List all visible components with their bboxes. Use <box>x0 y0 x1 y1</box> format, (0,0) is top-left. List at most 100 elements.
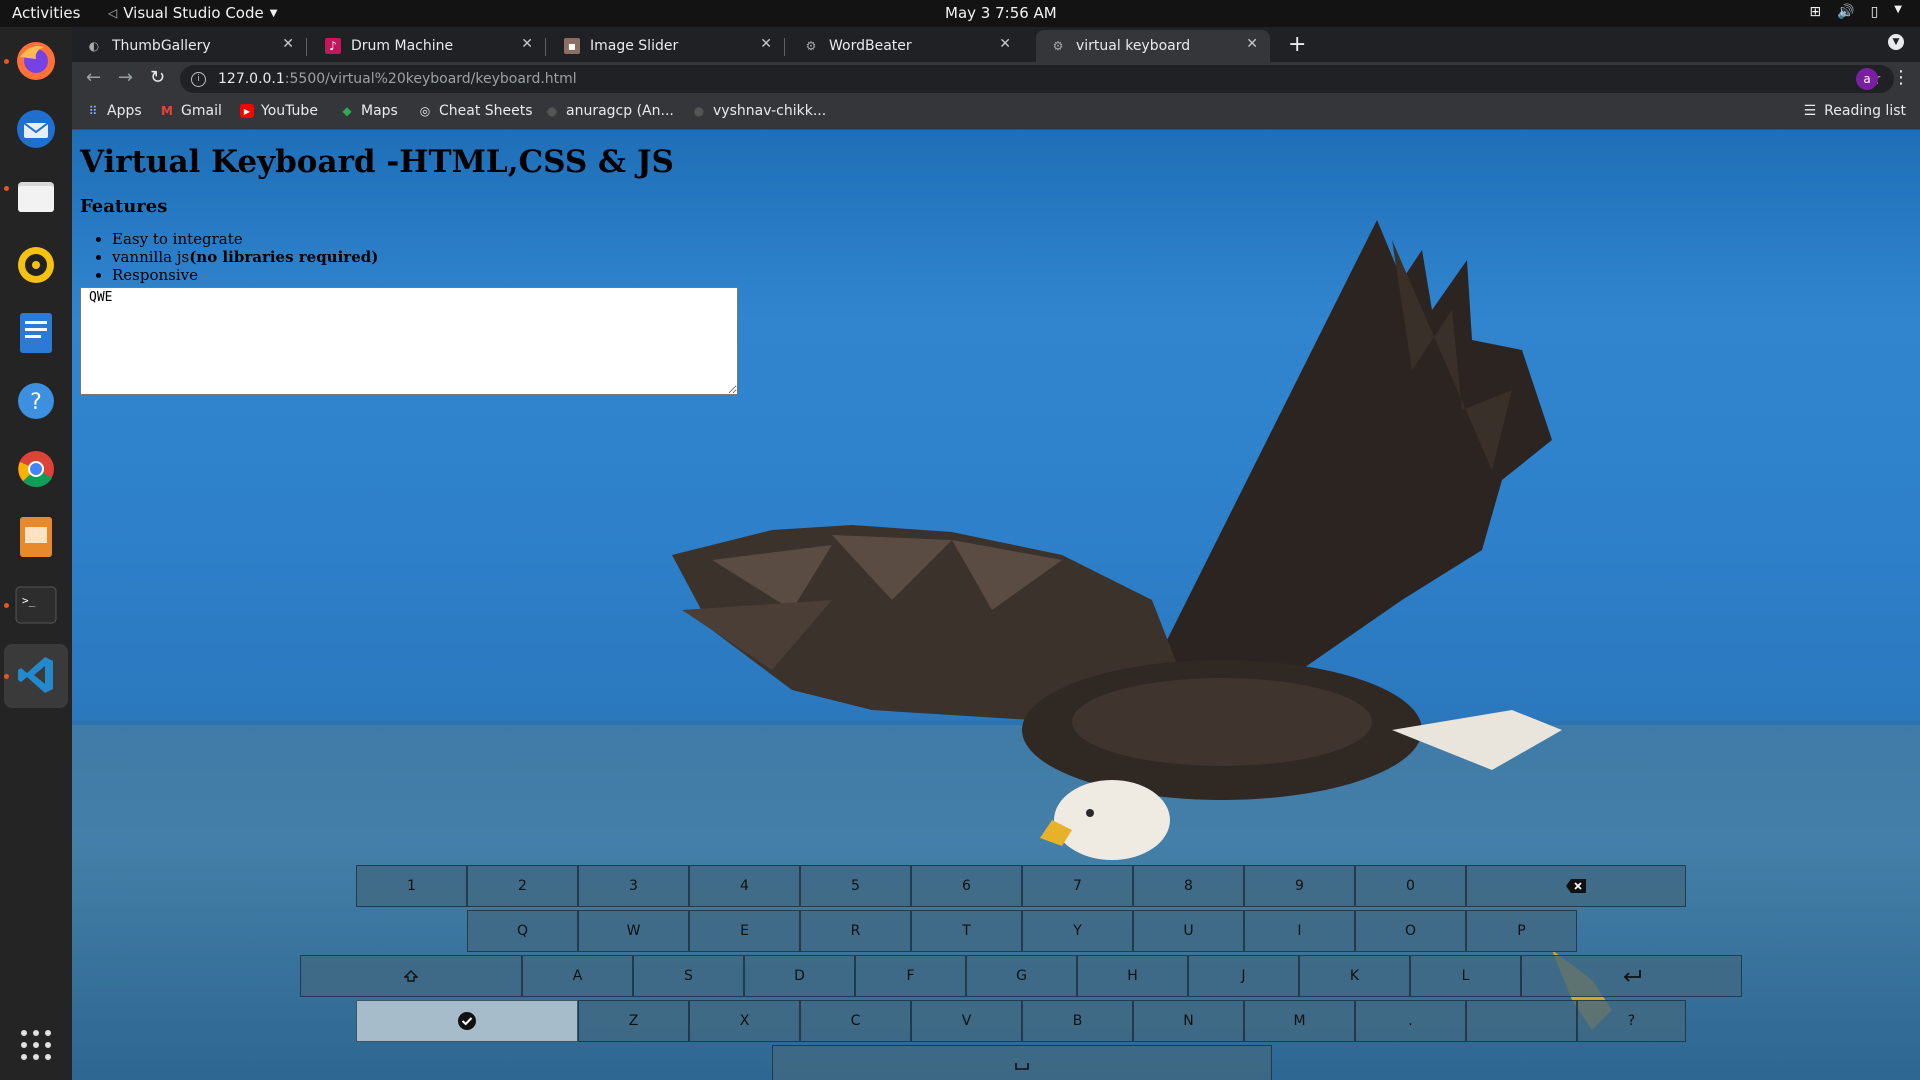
key-y[interactable]: Y <box>1022 910 1133 952</box>
key-q[interactable]: Q <box>467 910 578 952</box>
key-b[interactable]: B <box>1022 1000 1133 1042</box>
impress-icon[interactable] <box>12 513 60 561</box>
globe-favicon-icon: ⚙ <box>805 39 817 53</box>
key-l[interactable]: L <box>1410 955 1521 997</box>
help-icon[interactable]: ? <box>12 377 60 425</box>
key-f[interactable]: F <box>855 955 966 997</box>
key-6[interactable]: 6 <box>911 865 1022 907</box>
tab-search-chevron-icon[interactable]: ▼ <box>1888 34 1904 50</box>
tab-thumbgallery[interactable]: ◐ ThumbGallery ✕ <box>72 30 307 62</box>
close-icon[interactable]: ✕ <box>1246 36 1258 52</box>
key-h[interactable]: H <box>1077 955 1188 997</box>
forward-arrow-icon[interactable]: → <box>118 67 133 88</box>
system-top-bar: Activities ◁ Visual Studio Code ▼ May 3 … <box>0 0 1920 27</box>
key-j[interactable]: J <box>1188 955 1299 997</box>
bookmark-label: YouTube <box>261 103 318 119</box>
bookmark-maps[interactable]: ◆ Maps <box>340 103 397 119</box>
feature-text: vannilla js <box>112 248 190 266</box>
address-bar[interactable]: i 127.0.0.1:5500/virtual%20keyboard/keyb… <box>180 65 1894 93</box>
key-period[interactable]: . <box>1355 1000 1466 1042</box>
back-arrow-icon[interactable]: ← <box>86 67 101 88</box>
tab-drum-machine[interactable]: ♪ Drum Machine ✕ <box>311 30 546 62</box>
key-blank[interactable] <box>1466 1000 1577 1042</box>
profile-avatar[interactable]: a <box>1856 68 1878 90</box>
enter-key[interactable] <box>1521 955 1742 997</box>
close-icon[interactable]: ✕ <box>282 36 294 52</box>
key-d[interactable]: D <box>744 955 855 997</box>
chrome-icon[interactable] <box>12 445 60 493</box>
tab-strip: ◐ ThumbGallery ✕ ♪ Drum Machine ✕ ▪ Imag… <box>72 27 1920 62</box>
key-1[interactable]: 1 <box>356 865 467 907</box>
keyboard-textarea[interactable]: QWE <box>80 287 738 395</box>
tab-image-slider[interactable]: ▪ Image Slider ✕ <box>550 30 785 62</box>
key-7[interactable]: 7 <box>1022 865 1133 907</box>
tab-wordbeater[interactable]: ⚙ WordBeater ✕ <box>789 30 1023 62</box>
close-icon[interactable]: ✕ <box>760 36 772 52</box>
key-3[interactable]: 3 <box>578 865 689 907</box>
reload-icon[interactable]: ↻ <box>150 67 165 88</box>
apps-grid-icon[interactable] <box>12 1021 60 1069</box>
key-5[interactable]: 5 <box>800 865 911 907</box>
new-tab-plus-icon[interactable]: + <box>1288 32 1306 57</box>
files-icon[interactable] <box>12 173 60 221</box>
key-a[interactable]: A <box>522 955 633 997</box>
key-r[interactable]: R <box>800 910 911 952</box>
key-8[interactable]: 8 <box>1133 865 1244 907</box>
done-key[interactable] <box>356 1000 578 1042</box>
key-p[interactable]: P <box>1466 910 1577 952</box>
running-indicator <box>4 603 9 608</box>
key-c[interactable]: C <box>800 1000 911 1042</box>
tab-label: Image Slider <box>590 38 679 54</box>
key-i[interactable]: I <box>1244 910 1355 952</box>
key-k[interactable]: K <box>1299 955 1410 997</box>
key-0[interactable]: 0 <box>1355 865 1466 907</box>
backspace-key[interactable] <box>1466 865 1686 907</box>
clock[interactable]: May 3 7:56 AM <box>945 4 1057 22</box>
close-icon[interactable]: ✕ <box>999 36 1011 52</box>
bookmark-apps[interactable]: ⠿ Apps <box>86 103 142 119</box>
bookmark-vyshnav[interactable]: ● vyshnav-chikk... <box>692 103 826 119</box>
youtube-icon: ▶ <box>240 104 254 118</box>
bookmark-gmail[interactable]: M Gmail <box>160 103 222 119</box>
key-u[interactable]: U <box>1133 910 1244 952</box>
thunderbird-icon[interactable] <box>12 105 60 153</box>
caps-lock-key[interactable] <box>300 955 522 997</box>
key-w[interactable]: W <box>578 910 689 952</box>
activities-button[interactable]: Activities <box>12 4 80 22</box>
close-icon[interactable]: ✕ <box>521 36 533 52</box>
key-question[interactable]: ? <box>1577 1000 1686 1042</box>
key-x[interactable]: X <box>689 1000 800 1042</box>
rhythmbox-icon[interactable] <box>12 241 60 289</box>
key-e[interactable]: E <box>689 910 800 952</box>
svg-text:?: ? <box>30 390 42 415</box>
bookmark-anuragcp[interactable]: ● anuragcp (An... <box>545 103 674 119</box>
tab-virtual-keyboard[interactable]: ⚙ virtual keyboard ✕ <box>1036 30 1270 62</box>
space-key[interactable] <box>772 1045 1272 1080</box>
key-z[interactable]: Z <box>578 1000 689 1042</box>
site-info-icon[interactable]: i <box>191 71 206 87</box>
running-indicator <box>4 674 9 679</box>
key-4[interactable]: 4 <box>689 865 800 907</box>
key-o[interactable]: O <box>1355 910 1466 952</box>
app-menu[interactable]: ◁ Visual Studio Code ▼ <box>108 4 277 22</box>
reading-list-button[interactable]: ☰ Reading list <box>1804 103 1906 119</box>
vscode-icon[interactable] <box>12 651 60 699</box>
key-s[interactable]: S <box>633 955 744 997</box>
reading-list-icon: ☰ <box>1803 103 1817 119</box>
firefox-icon[interactable] <box>12 37 60 85</box>
menu-kebab-icon[interactable]: ⋮ <box>1892 67 1910 88</box>
key-2[interactable]: 2 <box>467 865 578 907</box>
feature-bold-text: (no libraries required) <box>189 248 379 266</box>
key-9[interactable]: 9 <box>1244 865 1355 907</box>
key-n[interactable]: N <box>1133 1000 1244 1042</box>
bookmark-label: Cheat Sheets <box>439 103 533 119</box>
writer-icon[interactable] <box>12 309 60 357</box>
key-v[interactable]: V <box>911 1000 1022 1042</box>
key-m[interactable]: M <box>1244 1000 1355 1042</box>
key-t[interactable]: T <box>911 910 1022 952</box>
system-tray[interactable]: ⊞ 🔊 ▯ ▼ <box>1809 4 1902 20</box>
key-g[interactable]: G <box>966 955 1077 997</box>
bookmark-youtube[interactable]: ▶ YouTube <box>240 103 318 119</box>
bookmark-cheat-sheets[interactable]: ◎ Cheat Sheets <box>418 103 533 119</box>
terminal-icon[interactable]: >_ <box>12 581 60 629</box>
